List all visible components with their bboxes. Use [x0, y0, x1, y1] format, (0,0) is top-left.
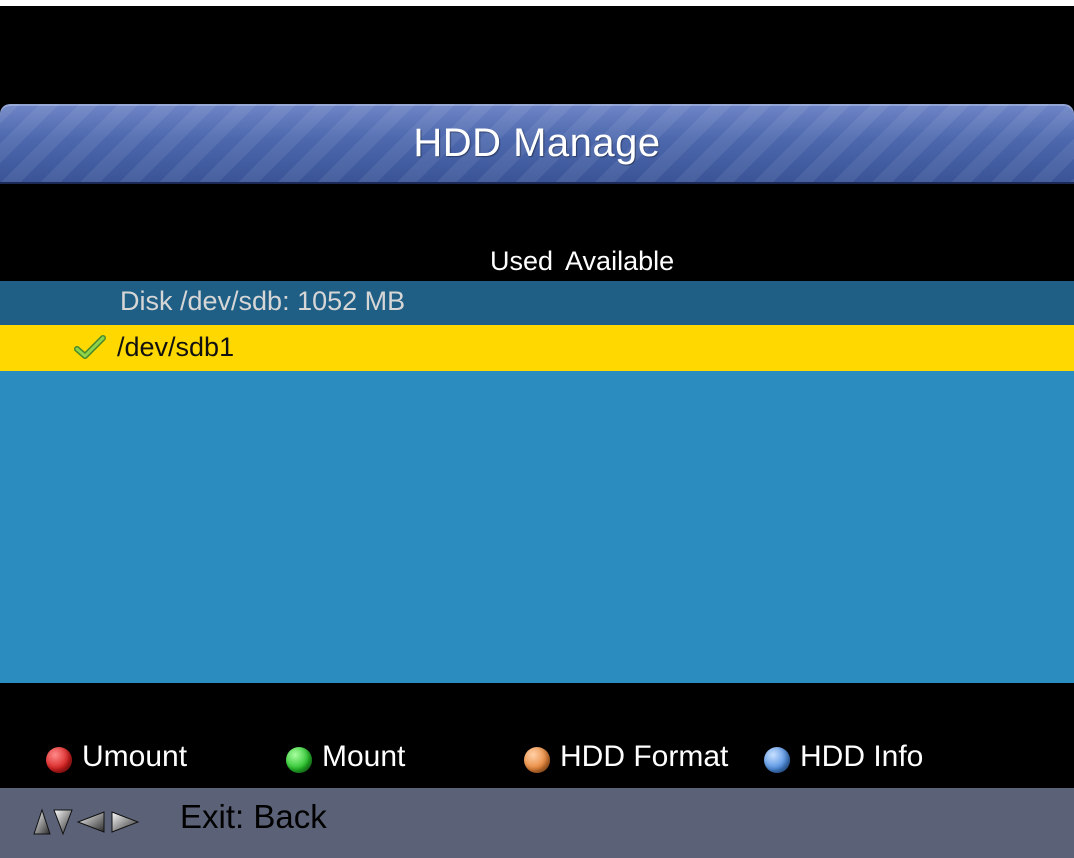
exit-back-hint: Exit: Back [180, 798, 327, 835]
disk-row[interactable]: Disk /dev/sdb: 1052 MB [0, 281, 1074, 325]
column-header-available: Available [565, 246, 675, 276]
list-item-partition[interactable]: /dev/sdb1 [0, 325, 1074, 371]
navigation-arrows-icon [33, 808, 140, 836]
top-strip [0, 0, 1074, 6]
hdd-format-button[interactable]: HDD Format [524, 740, 728, 774]
umount-button[interactable]: Umount [46, 740, 187, 774]
disk-label: Disk /dev/sdb: 1052 MB [120, 286, 406, 316]
orange-key-icon [524, 747, 550, 773]
umount-label: Umount [82, 740, 188, 773]
partition-label: /dev/sdb1 [117, 332, 235, 362]
red-key-icon [46, 747, 72, 773]
footer-bar: Exit: Back [0, 788, 1074, 858]
title-bar: HDD Manage [0, 104, 1074, 182]
column-headers: Used Available [490, 246, 686, 277]
hdd-format-label: HDD Format [560, 740, 729, 773]
hdd-info-label: HDD Info [800, 740, 924, 773]
color-key-bar: Umount Mount HDD Format HDD Info [0, 740, 1074, 784]
check-icon [74, 335, 106, 359]
mount-button[interactable]: Mount [286, 740, 405, 774]
blue-key-icon [764, 747, 790, 773]
hdd-info-button[interactable]: HDD Info [764, 740, 923, 774]
partition-list[interactable] [0, 371, 1074, 683]
page-title: HDD Manage [413, 120, 661, 165]
green-key-icon [286, 747, 312, 773]
column-header-used: Used [490, 246, 554, 276]
mount-label: Mount [322, 740, 406, 773]
